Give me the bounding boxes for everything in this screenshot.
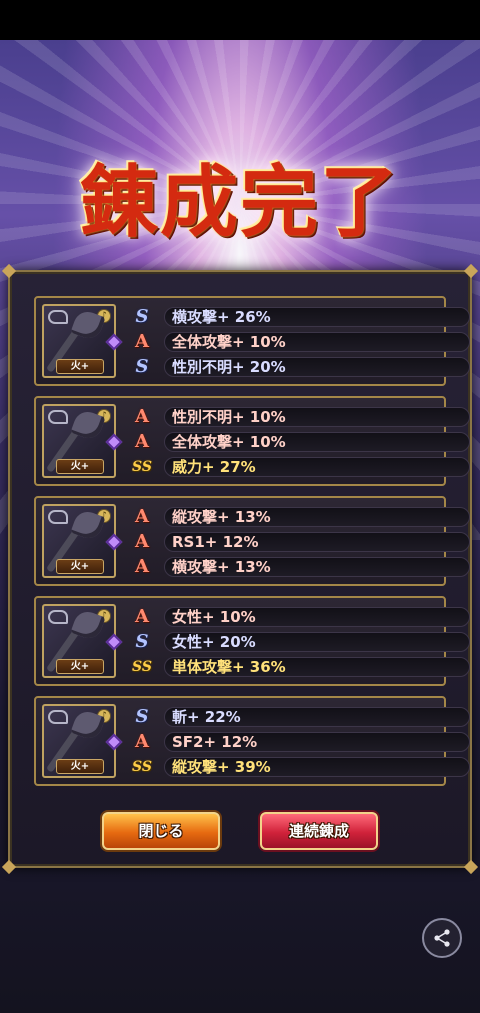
continue-refine-button[interactable]: 連続錬成 <box>260 812 378 850</box>
share-button[interactable] <box>422 918 462 958</box>
stat-text: 全体攻撃+ 10% <box>164 332 470 352</box>
stat-text: 横攻撃+ 13% <box>164 557 470 577</box>
weapon-type-icon <box>48 510 68 524</box>
page-title: 錬成完了 <box>79 157 400 248</box>
rank-ss-icon: SS <box>132 759 152 775</box>
weapon-type-icon <box>48 310 68 324</box>
rank-a-icon: A <box>135 431 149 452</box>
rank-s-icon: S <box>135 631 149 652</box>
element-label: 火+ <box>56 359 104 374</box>
stat-text: 単体攻撃+ 36% <box>164 657 470 677</box>
stat-text: 性別不明+ 20% <box>164 357 470 377</box>
stat-text: 横攻撃+ 26% <box>164 307 470 327</box>
rank-s-icon: S <box>135 706 149 727</box>
share-icon <box>434 929 450 947</box>
stat-text: 女性+ 10% <box>164 607 470 627</box>
rank-ss-icon: SS <box>132 659 152 675</box>
stat-row: S 女性+ 20% <box>132 631 470 653</box>
rank-a-icon: A <box>135 331 149 352</box>
stat-row: A 性別不明+ 10% <box>132 406 470 428</box>
stat-text: RS1+ 12% <box>164 532 470 552</box>
weapon-type-icon <box>48 610 68 624</box>
result-card: ♪ 火+ S 斬+ 22% A SF2+ 12% SS 縦攻撃+ 39% <box>34 696 470 786</box>
stat-row: A 横攻撃+ 13% <box>132 556 470 578</box>
rank-a-icon: A <box>135 531 149 552</box>
stat-row: A RS1+ 12% <box>132 531 470 553</box>
rank-a-icon: A <box>135 556 149 577</box>
stat-row: SS 威力+ 27% <box>132 456 470 478</box>
element-label: 火+ <box>56 459 104 474</box>
result-card: ♪ 火+ A 性別不明+ 10% A 全体攻撃+ 10% SS 威力+ 27% <box>34 396 470 486</box>
stat-text: 縦攻撃+ 39% <box>164 757 470 777</box>
stat-row: S 横攻撃+ 26% <box>132 306 470 328</box>
rank-s-icon: S <box>135 306 149 327</box>
result-card: ♪ 火+ A 女性+ 10% S 女性+ 20% SS 単体攻撃+ 36% <box>34 596 470 686</box>
status-bar <box>0 0 480 40</box>
stat-row: SS 縦攻撃+ 39% <box>132 756 470 778</box>
weapon-type-icon <box>48 710 68 724</box>
stat-row: S 性別不明+ 20% <box>132 356 470 378</box>
element-label: 火+ <box>56 659 104 674</box>
stat-row: A 縦攻撃+ 13% <box>132 506 470 528</box>
stat-row: A SF2+ 12% <box>132 731 470 753</box>
close-button[interactable]: 閉じる <box>102 812 220 850</box>
stat-text: 女性+ 20% <box>164 632 470 652</box>
stat-row: A 全体攻撃+ 10% <box>132 331 470 353</box>
rank-ss-icon: SS <box>132 459 152 475</box>
rank-a-icon: A <box>135 731 149 752</box>
stat-text: 斬+ 22% <box>164 707 470 727</box>
rank-a-icon: A <box>135 406 149 427</box>
stat-text: 威力+ 27% <box>164 457 470 477</box>
result-card: ♪ 火+ S 横攻撃+ 26% A 全体攻撃+ 10% S 性別不明+ 20% <box>34 296 470 386</box>
stat-text: 性別不明+ 10% <box>164 407 470 427</box>
rank-a-icon: A <box>135 606 149 627</box>
stat-row: A 女性+ 10% <box>132 606 470 628</box>
stat-text: 縦攻撃+ 13% <box>164 507 470 527</box>
stat-row: A 全体攻撃+ 10% <box>132 431 470 453</box>
rank-s-icon: S <box>135 356 149 377</box>
weapon-type-icon <box>48 410 68 424</box>
stat-row: SS 単体攻撃+ 36% <box>132 656 470 678</box>
stat-row: S 斬+ 22% <box>132 706 470 728</box>
result-card: ♪ 火+ A 縦攻撃+ 13% A RS1+ 12% A 横攻撃+ 13% <box>34 496 470 586</box>
element-label: 火+ <box>56 559 104 574</box>
element-label: 火+ <box>56 759 104 774</box>
stat-text: SF2+ 12% <box>164 732 470 752</box>
stat-text: 全体攻撃+ 10% <box>164 432 470 452</box>
rank-a-icon: A <box>135 506 149 527</box>
